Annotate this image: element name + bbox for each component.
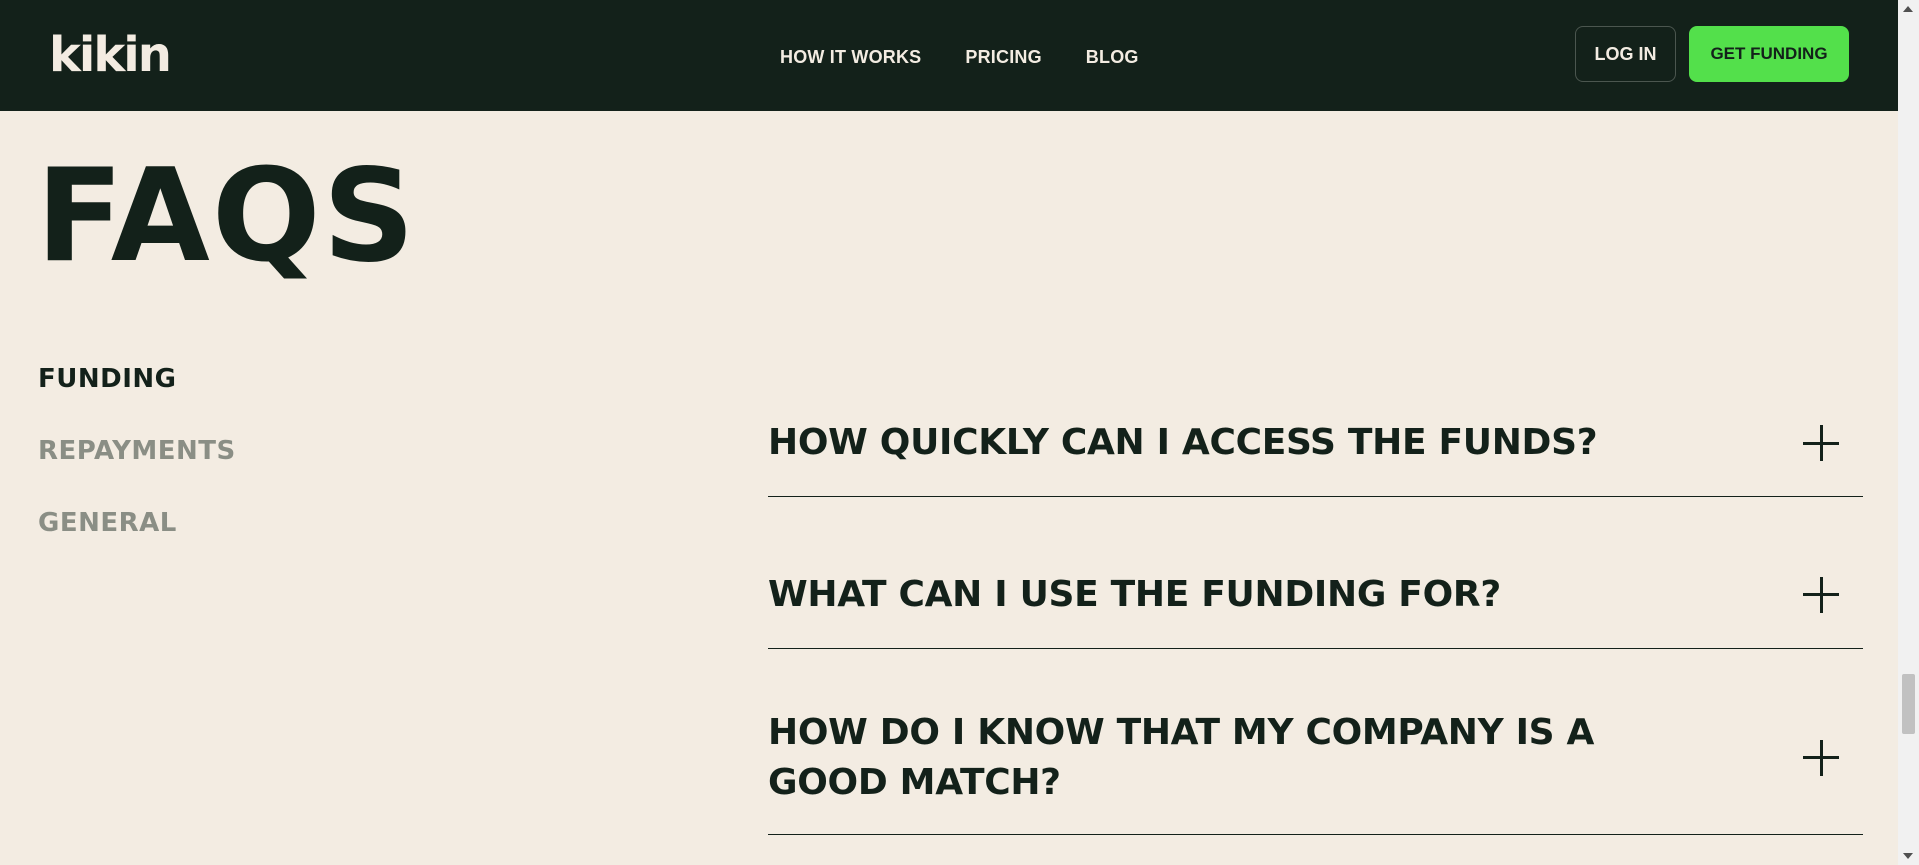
- faq-item[interactable]: HOW DO I KNOW THAT MY COMPANY IS A GOOD …: [768, 649, 1863, 835]
- nav-pricing[interactable]: PRICING: [965, 46, 1041, 68]
- nav-how-it-works[interactable]: HOW IT WORKS: [780, 46, 921, 68]
- category-general[interactable]: GENERAL: [38, 508, 236, 538]
- faq-question: WHAT CAN I USE THE FUNDING FOR?: [768, 573, 1501, 615]
- faq-item[interactable]: HOW QUICKLY CAN I ACCESS THE FUNDS?: [768, 390, 1863, 497]
- get-funding-button[interactable]: GET FUNDING: [1689, 26, 1849, 82]
- top-navigation-bar: kikin HOW IT WORKS PRICING BLOG LOG IN G…: [0, 0, 1898, 111]
- faq-item[interactable]: WHAT CAN I USE THE FUNDING FOR?: [768, 497, 1863, 649]
- faq-category-list: FUNDING REPAYMENTS GENERAL: [38, 364, 236, 580]
- page-title: FAQS: [36, 142, 417, 291]
- kikin-logo[interactable]: kikin: [49, 30, 172, 80]
- category-funding[interactable]: FUNDING: [38, 364, 236, 394]
- plus-icon[interactable]: [1803, 739, 1839, 776]
- nav-blog[interactable]: BLOG: [1086, 46, 1139, 68]
- plus-icon[interactable]: [1803, 425, 1839, 461]
- category-repayments[interactable]: REPAYMENTS: [38, 436, 236, 466]
- faq-question: HOW DO I KNOW THAT MY COMPANY IS A GOOD …: [768, 711, 1595, 803]
- scrollbar[interactable]: [1898, 0, 1919, 865]
- scroll-up-arrow-icon[interactable]: [1903, 6, 1913, 12]
- login-button[interactable]: LOG IN: [1575, 26, 1676, 82]
- scroll-down-arrow-icon[interactable]: [1903, 853, 1913, 859]
- main-nav: HOW IT WORKS PRICING BLOG: [780, 46, 1139, 68]
- scrollbar-thumb[interactable]: [1902, 674, 1915, 734]
- faq-question: HOW QUICKLY CAN I ACCESS THE FUNDS?: [768, 422, 1598, 463]
- plus-icon[interactable]: [1803, 576, 1839, 613]
- faq-accordion: HOW QUICKLY CAN I ACCESS THE FUNDS? WHAT…: [768, 390, 1863, 835]
